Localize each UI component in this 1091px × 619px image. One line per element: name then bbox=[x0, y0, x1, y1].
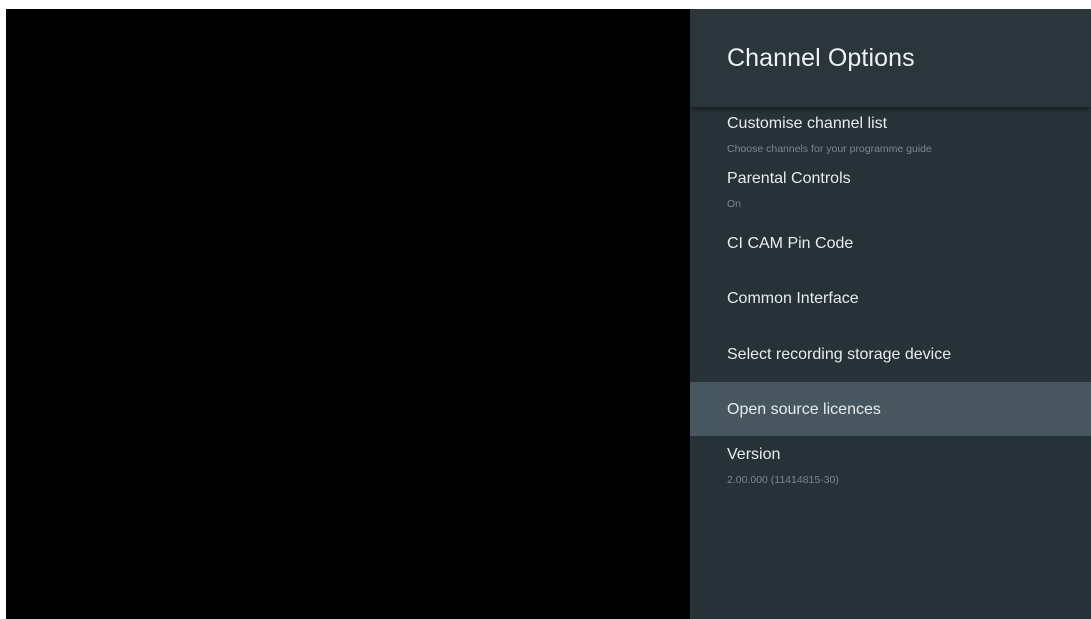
menu-item-version[interactable]: Version 2.00.000 (11414815-30) bbox=[690, 436, 1091, 496]
menu-item-label: Common Interface bbox=[727, 290, 859, 307]
menu-item-subtitle: Choose channels for your programme guide bbox=[727, 143, 932, 155]
menu-item-subtitle: On bbox=[727, 198, 742, 210]
menu-item-label: Parental Controls bbox=[727, 170, 851, 187]
channel-options-panel: Channel Options Customise channel list C… bbox=[690, 9, 1091, 619]
menu-item-common-interface[interactable]: Common Interface bbox=[690, 272, 1091, 327]
menu-item-customise-channel-list[interactable]: Customise channel list Choose channels f… bbox=[690, 110, 1091, 164]
menu-item-label: Select recording storage device bbox=[727, 346, 952, 363]
menu-item-label: CI CAM Pin Code bbox=[727, 235, 854, 252]
menu-item-label: Open source licences bbox=[727, 401, 881, 418]
panel-title: Channel Options bbox=[727, 44, 915, 72]
video-preview-area bbox=[6, 9, 690, 619]
panel-header: Channel Options bbox=[690, 9, 1091, 107]
menu-item-ci-cam-pin-code[interactable]: CI CAM Pin Code bbox=[690, 218, 1091, 272]
menu-item-parental-controls[interactable]: Parental Controls On bbox=[690, 164, 1091, 218]
menu-item-label: Customise channel list bbox=[727, 115, 888, 132]
menu-item-label: Version bbox=[727, 446, 781, 463]
menu-item-select-recording-storage-device[interactable]: Select recording storage device bbox=[690, 327, 1091, 382]
menu-item-open-source-licences[interactable]: Open source licences bbox=[690, 382, 1091, 436]
menu-item-subtitle: 2.00.000 (11414815-30) bbox=[727, 474, 839, 486]
tv-screen: Channel Options Customise channel list C… bbox=[6, 9, 1091, 619]
